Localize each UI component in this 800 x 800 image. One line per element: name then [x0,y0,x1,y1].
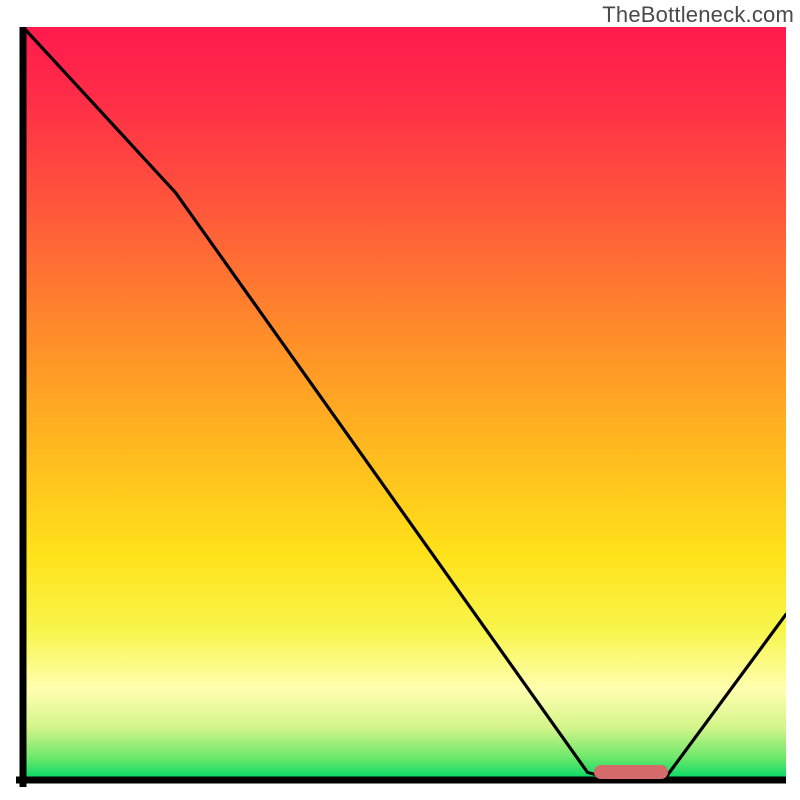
minimum-marker [594,765,668,779]
chart-container: TheBottleneck.com [0,0,800,800]
watermark-text: TheBottleneck.com [602,2,794,28]
chart-plot-area [16,27,786,787]
chart-gradient-bg [23,27,786,780]
chart-svg [16,27,786,787]
